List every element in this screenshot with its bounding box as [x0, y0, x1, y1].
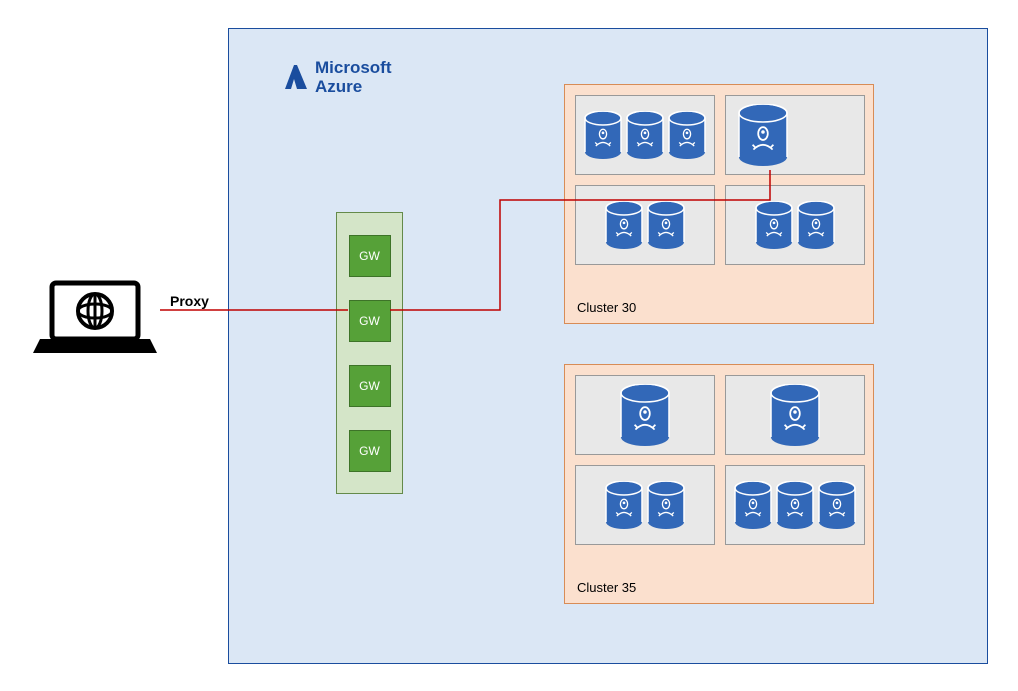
database-icon [770, 384, 820, 446]
azure-brand-line2: Azure [315, 78, 392, 97]
gateway-stack: GW GW GW GW [336, 212, 403, 494]
database-icon [605, 481, 643, 529]
database-icon [668, 111, 706, 159]
database-icon [647, 481, 685, 529]
gateway-node: GW [349, 235, 391, 277]
pod [725, 465, 865, 545]
database-icon [738, 104, 788, 166]
database-icon [734, 481, 772, 529]
cluster-35: Cluster 35 [564, 364, 874, 604]
azure-brand-text: Microsoft Azure [315, 59, 392, 96]
cluster-30: Cluster 30 [564, 84, 874, 324]
database-icon [818, 481, 856, 529]
azure-icon [279, 63, 309, 93]
gateway-node: GW [349, 430, 391, 472]
database-icon [776, 481, 814, 529]
pod [725, 375, 865, 455]
database-icon [755, 201, 793, 249]
azure-boundary: Microsoft Azure GW GW GW GW [228, 28, 988, 664]
database-icon [797, 201, 835, 249]
pod [725, 185, 865, 265]
gateway-node: GW [349, 365, 391, 407]
database-icon [584, 111, 622, 159]
cluster-label: Cluster 35 [577, 580, 636, 595]
database-icon [647, 201, 685, 249]
pod [575, 185, 715, 265]
database-icon [620, 384, 670, 446]
cluster-label: Cluster 30 [577, 300, 636, 315]
pod [575, 375, 715, 455]
pod [725, 95, 865, 175]
database-icon [626, 111, 664, 159]
azure-brand-line1: Microsoft [315, 59, 392, 78]
client-laptop-icon [30, 278, 160, 358]
azure-logo: Microsoft Azure [279, 59, 392, 96]
gateway-node: GW [349, 300, 391, 342]
proxy-label: Proxy [170, 293, 209, 309]
pod [575, 95, 715, 175]
pod [575, 465, 715, 545]
database-icon [605, 201, 643, 249]
